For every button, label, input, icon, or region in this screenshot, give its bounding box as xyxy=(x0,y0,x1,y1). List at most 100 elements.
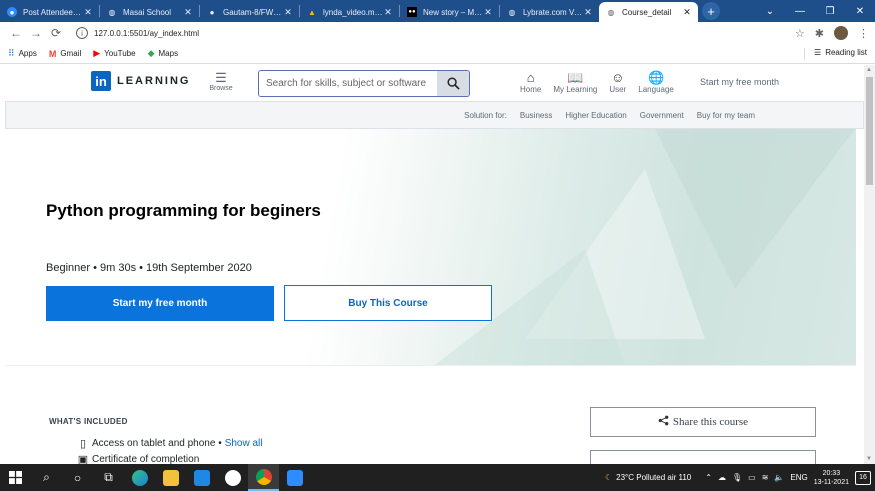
tab-medium[interactable]: ●● New story – Medium ✕ xyxy=(400,2,499,22)
nav-user[interactable]: ☺ User xyxy=(609,71,627,95)
subnav-buy-for-team[interactable]: Buy for my team xyxy=(697,111,755,120)
search-icon[interactable]: ⌕ xyxy=(31,464,62,491)
bookmarks-divider xyxy=(804,48,805,60)
profile-avatar[interactable] xyxy=(834,26,848,40)
nav-language[interactable]: 🌐 Language xyxy=(638,71,674,95)
scrollbar-thumb[interactable] xyxy=(866,77,873,185)
bookmark-maps[interactable]: ◆ Maps xyxy=(148,48,178,59)
new-tab-button[interactable]: + xyxy=(702,2,720,20)
slack-icon[interactable] xyxy=(217,464,248,491)
language-indicator[interactable]: ENG xyxy=(790,473,807,482)
reload-button[interactable]: ⟳ xyxy=(46,26,66,40)
github-icon: ● xyxy=(209,7,215,17)
show-all-link[interactable]: Show all xyxy=(225,438,263,449)
clock[interactable]: 20:33 13-11-2021 xyxy=(814,469,849,487)
nav-home[interactable]: ⌂ Home xyxy=(520,71,542,95)
course-title: Python programming for beginers xyxy=(46,201,321,220)
weather-widget[interactable]: ☾ 23°C Polluted air 110 xyxy=(605,473,691,482)
windows-taskbar: ⌕ ○ ⧉ ☾ 23°C Polluted air 110 ⌃ ☁ 🎙 ▭ ≋ … xyxy=(0,464,875,491)
tab-course-detail[interactable]: ◍ Course_detail ✕ xyxy=(599,2,698,22)
close-icon[interactable]: ✕ xyxy=(283,7,293,18)
address-bar[interactable]: i 127.0.0.1:5501/ay_index.html xyxy=(70,24,791,42)
tab-title: Course_detail xyxy=(622,7,672,17)
toolbar-actions: ☆ ✱ ⋮ xyxy=(795,26,869,40)
buy-course-button[interactable]: Buy This Course xyxy=(284,285,492,321)
subnav-higher-education[interactable]: Higher Education xyxy=(565,111,626,120)
bookmark-gmail[interactable]: M Gmail xyxy=(49,49,81,59)
edge-icon[interactable] xyxy=(124,464,155,491)
reading-list-icon: ☰ xyxy=(814,48,822,57)
book-icon: 📖 xyxy=(567,70,584,85)
moon-icon: ☾ xyxy=(604,473,613,482)
nav-my-learning[interactable]: 📖 My Learning xyxy=(553,70,597,95)
tab-masai-school[interactable]: ◍ Masai School ✕ xyxy=(100,2,199,22)
reading-list-button[interactable]: ☰ Reading list xyxy=(814,48,867,57)
wifi-icon[interactable]: ≋ xyxy=(762,473,769,482)
search-box xyxy=(258,70,470,97)
page-scrollbar[interactable]: ▲ ▼ xyxy=(864,65,875,464)
menu-kebab-icon[interactable]: ⋮ xyxy=(858,27,869,40)
browse-button[interactable]: ☰ Browse xyxy=(206,71,236,93)
tab-title: Lybrate.com Visual xyxy=(523,7,583,17)
medium-icon: ●● xyxy=(407,7,417,17)
info-icon[interactable]: i xyxy=(76,27,88,39)
extensions-icon[interactable]: ✱ xyxy=(815,27,824,40)
share-course-button[interactable]: Share this course xyxy=(590,407,816,437)
included-item: ▣ Certificate of completion xyxy=(76,453,199,464)
windows-start-icon[interactable] xyxy=(0,464,31,491)
microphone-icon[interactable]: 🎙 xyxy=(732,473,742,482)
bookmark-star-icon[interactable]: ☆ xyxy=(795,27,805,40)
maximize-button[interactable]: ❐ xyxy=(815,6,845,17)
forward-button[interactable]: → xyxy=(26,26,46,40)
tab-search-icon[interactable]: ⌄ xyxy=(755,6,785,17)
close-icon[interactable]: ✕ xyxy=(183,7,193,18)
battery-icon[interactable]: ▭ xyxy=(748,473,756,482)
linkedin-learning-logo[interactable]: in LEARNING xyxy=(91,71,190,91)
subnav-government[interactable]: Government xyxy=(640,111,684,120)
scroll-down-icon[interactable]: ▼ xyxy=(866,456,872,462)
tab-title: New story – Medium xyxy=(423,7,483,17)
file-explorer-icon[interactable] xyxy=(155,464,186,491)
course-hero: Python programming for beginers Beginner… xyxy=(5,129,856,365)
nav-label: Home xyxy=(520,85,542,94)
search-icon[interactable] xyxy=(437,71,469,96)
back-button[interactable]: ← xyxy=(6,26,26,40)
close-icon[interactable]: ✕ xyxy=(83,7,93,18)
bookmark-apps[interactable]: ⠿ Apps xyxy=(8,48,37,59)
tab-lynda-video[interactable]: ▲ lynda_video.mp4 ✕ xyxy=(300,2,399,22)
tab-lybrate[interactable]: ◍ Lybrate.com Visual ✕ xyxy=(500,2,599,22)
search-input[interactable] xyxy=(259,71,437,96)
minimize-button[interactable]: — xyxy=(785,6,815,17)
included-item: ▯ Access on tablet and phone • Show all xyxy=(76,437,263,450)
close-icon[interactable]: ✕ xyxy=(483,7,493,18)
bookmark-label: Gmail xyxy=(60,49,82,58)
tab-github[interactable]: ● Gautam-8/FW_12 ✕ xyxy=(200,2,299,22)
close-window-button[interactable]: ✕ xyxy=(845,6,875,17)
start-free-month-link[interactable]: Start my free month xyxy=(700,77,779,87)
maps-icon: ◆ xyxy=(147,48,155,58)
apps-grid-icon: ⠿ xyxy=(8,48,15,58)
start-free-month-button[interactable]: Start my free month xyxy=(46,286,274,321)
included-item-text: Certificate of completion xyxy=(92,454,200,464)
close-icon[interactable]: ✕ xyxy=(682,7,692,18)
header-nav: ⌂ Home 📖 My Learning ☺ User 🌐 Language xyxy=(520,70,686,95)
solutions-prefix: Solution for: xyxy=(464,110,507,120)
nav-label: User xyxy=(609,85,627,94)
site-header: in LEARNING ☰ Browse ⌂ Home 📖 My Learnin… xyxy=(0,65,864,101)
subnav-business[interactable]: Business xyxy=(520,111,552,120)
bookmark-youtube[interactable]: ▶ YouTube xyxy=(93,48,135,59)
chevron-up-icon[interactable]: ⌃ xyxy=(705,473,712,482)
close-icon[interactable]: ✕ xyxy=(383,7,393,18)
notifications-icon[interactable]: 16 xyxy=(855,470,871,485)
vscode-icon[interactable] xyxy=(186,464,217,491)
tab-post-attendee[interactable]: ● Post Attendee - Zoom ✕ xyxy=(0,2,99,22)
task-view-icon[interactable]: ⧉ xyxy=(93,464,124,491)
bookmark-label: Apps xyxy=(18,49,37,58)
chrome-icon[interactable] xyxy=(248,464,279,491)
scroll-up-icon[interactable]: ▲ xyxy=(866,67,872,73)
zoom-icon[interactable] xyxy=(279,464,310,491)
cortana-icon[interactable]: ○ xyxy=(62,464,93,491)
cloud-icon[interactable]: ☁ xyxy=(718,473,726,482)
volume-icon[interactable]: 🔈 xyxy=(774,473,784,482)
close-icon[interactable]: ✕ xyxy=(583,7,593,18)
